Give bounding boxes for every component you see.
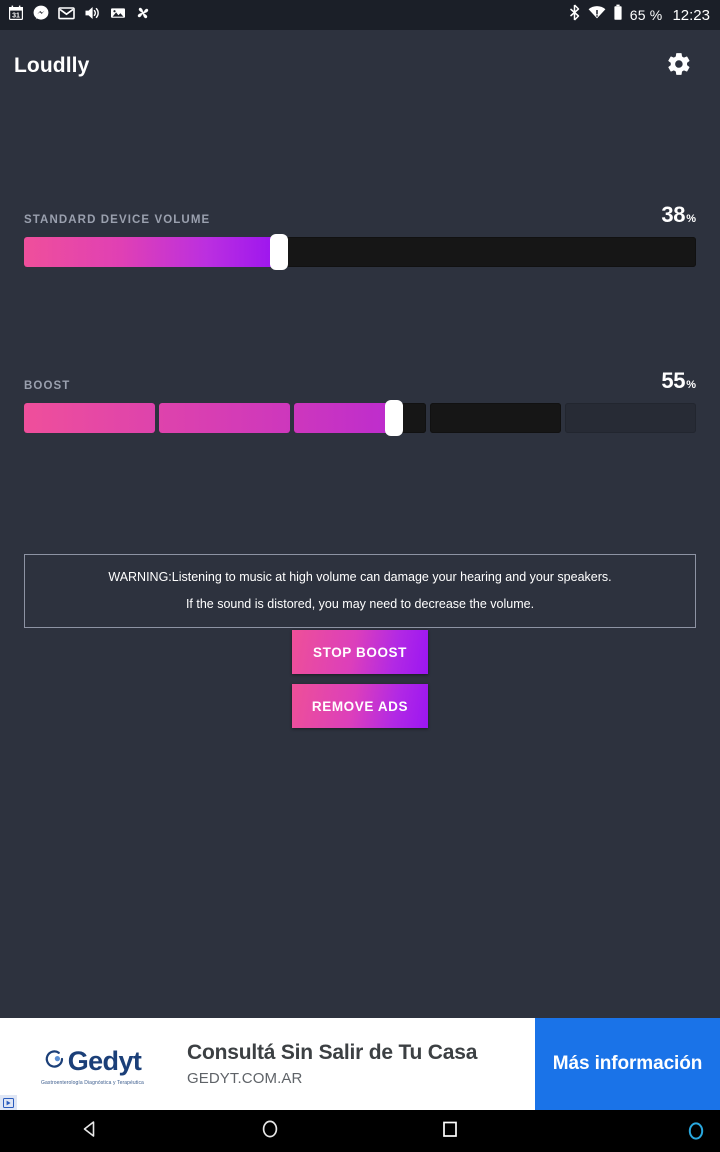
status-bar-right-icons: 65 % 12:23: [568, 4, 710, 26]
bluetooth-icon: [568, 4, 581, 26]
app-bar: Loudlly: [0, 30, 720, 102]
boost-number: 55: [661, 368, 686, 393]
back-button[interactable]: [0, 1110, 180, 1152]
gear-icon: [666, 51, 692, 82]
assistant-circle-icon: [686, 1122, 706, 1146]
ad-logo-subtitle: Gastroenterología Diagnóstica y Terapéut…: [41, 1079, 144, 1086]
back-triangle-icon: [80, 1119, 100, 1144]
recents-button[interactable]: [360, 1110, 540, 1152]
battery-percent: 65 %: [629, 7, 663, 23]
gmail-icon: [58, 5, 75, 26]
warning-line-1: WARNING:Listening to music at high volum…: [108, 570, 612, 584]
standard-volume-number: 38: [661, 202, 686, 227]
settings-button[interactable]: [662, 49, 696, 83]
wifi-warning-icon: [588, 5, 606, 25]
ad-logo: Gedyt Gastroenterología Diagnóstica y Te…: [0, 1018, 185, 1110]
ad-logo-row: Gedyt: [44, 1046, 142, 1077]
ad-logo-text: Gedyt: [67, 1045, 142, 1076]
assistant-button[interactable]: [686, 1120, 706, 1147]
app-screen: 31 65 % 12:23 Loudlly STANDARD DEVICE VO…: [0, 0, 720, 1152]
boost-segment-fill: [159, 403, 291, 433]
boost-block: BOOST 55%: [24, 370, 697, 436]
boost-segment-fill: [294, 403, 393, 433]
standard-volume-thumb[interactable]: [270, 234, 289, 270]
navigation-bar: [0, 1110, 720, 1152]
status-clock: 12:23: [672, 6, 710, 24]
remove-ads-button[interactable]: REMOVE ADS: [292, 684, 428, 728]
boost-segment-fill: [24, 403, 156, 433]
ad-cta-button[interactable]: Más información: [535, 1018, 720, 1110]
home-button[interactable]: [180, 1110, 360, 1152]
standard-volume-block: STANDARD DEVICE VOLUME 38%: [24, 204, 696, 270]
action-buttons: STOP BOOST REMOVE ADS: [0, 630, 720, 728]
standard-volume-slider[interactable]: [24, 234, 696, 270]
messenger-icon: [33, 5, 49, 26]
page-title: Loudlly: [14, 54, 90, 77]
calendar-icon: 31: [8, 5, 24, 26]
boost-unit: %: [686, 379, 696, 391]
standard-volume-label: STANDARD DEVICE VOLUME: [24, 214, 211, 226]
pinwheel-icon: [135, 5, 151, 26]
gedyt-circle-icon: [44, 1048, 66, 1075]
boost-segment[interactable]: [564, 403, 697, 433]
ad-text-block: Consultá Sin Salir de Tu Casa GEDYT.COM.…: [185, 1018, 535, 1110]
warning-line-2: If the sound is distored, you may need t…: [185, 597, 535, 612]
boost-value: 55%: [661, 370, 696, 392]
home-circle-icon: [260, 1118, 280, 1145]
ad-banner[interactable]: Gedyt Gastroenterología Diagnóstica y Te…: [0, 1018, 720, 1110]
boost-segment[interactable]: [429, 403, 561, 433]
standard-volume-fill: [24, 237, 280, 267]
ad-url: GEDYT.COM.AR: [187, 1070, 303, 1087]
standard-volume-header: STANDARD DEVICE VOLUME 38%: [24, 204, 696, 227]
adchoices-icon[interactable]: [0, 1095, 17, 1110]
status-bar-left-icons: 31: [8, 5, 151, 26]
boost-segment[interactable]: [294, 403, 426, 433]
ad-headline: Consultá Sin Salir de Tu Casa: [187, 1041, 478, 1064]
boost-segment[interactable]: [24, 403, 156, 433]
stop-boost-button[interactable]: STOP BOOST: [292, 630, 428, 674]
standard-volume-unit: %: [686, 213, 696, 225]
warning-box: WARNING:Listening to music at high volum…: [24, 554, 696, 629]
photos-icon: [110, 5, 126, 26]
svg-text:31: 31: [12, 12, 20, 19]
standard-volume-value: 38%: [661, 204, 696, 226]
boost-header: BOOST 55%: [24, 370, 696, 393]
main-content: STANDARD DEVICE VOLUME 38% BOOST 55% WAR…: [0, 102, 720, 1018]
boost-slider[interactable]: [24, 400, 697, 436]
volume-icon: [84, 5, 101, 26]
boost-label: BOOST: [24, 380, 71, 392]
status-bar: 31 65 % 12:23: [0, 0, 720, 30]
boost-segment[interactable]: [159, 403, 291, 433]
recents-square-icon: [441, 1120, 459, 1143]
battery-icon: [613, 4, 623, 26]
